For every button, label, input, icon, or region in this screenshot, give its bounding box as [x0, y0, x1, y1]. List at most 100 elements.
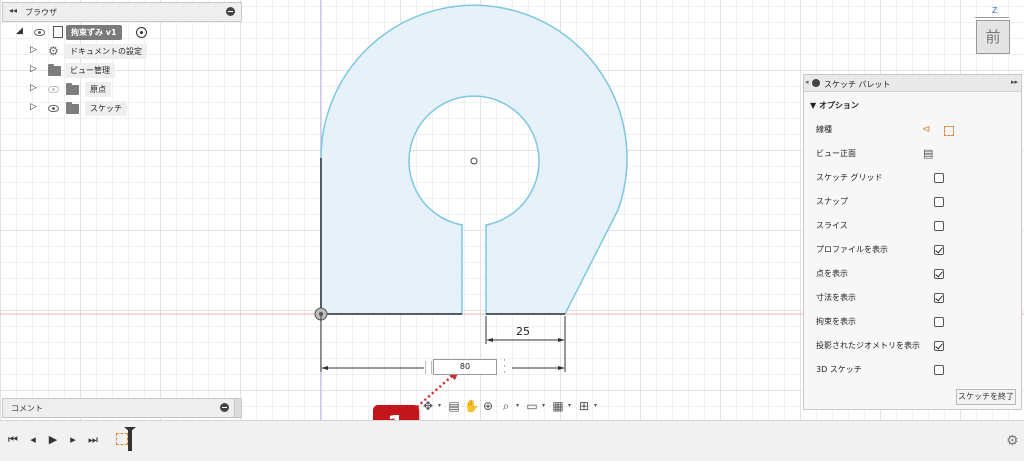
option-label: 線種: [816, 125, 832, 134]
more-options-icon[interactable]: · · ·: [503, 357, 506, 378]
look-at-icon[interactable]: ▤: [923, 147, 933, 161]
dimension-25[interactable]: 25: [485, 316, 566, 344]
option-label: スナップ: [816, 197, 848, 206]
sketch-palette-header[interactable]: ◂ スケッチ パレット ▸▸: [804, 75, 1021, 92]
option-show-constraints: 拘束を表示: [816, 315, 1016, 329]
show-constraints-checkbox[interactable]: [934, 317, 944, 327]
panel-pin-icon[interactable]: [226, 7, 235, 16]
snap-checkbox[interactable]: [934, 197, 944, 207]
slice-checkbox[interactable]: [934, 221, 944, 231]
eye-hidden-icon[interactable]: [48, 86, 59, 93]
browser-panel-header[interactable]: ◂◂ ブラウザ: [2, 2, 242, 22]
pan-icon[interactable]: ✋: [464, 399, 479, 413]
drag-handle-icon[interactable]: ◂: [805, 78, 809, 86]
timeline-marker[interactable]: [128, 429, 132, 451]
dropdown-arrow-icon[interactable]: ▾: [594, 402, 597, 409]
zoom-window-icon[interactable]: ⌕: [499, 399, 513, 413]
triangle-collapsed-icon[interactable]: ▷: [30, 83, 37, 93]
tree-item-sketches[interactable]: ▷ スケッチ: [30, 101, 180, 116]
look-at-icon[interactable]: ▤: [447, 399, 461, 413]
tree-item-label: 原点: [85, 82, 111, 97]
dropdown-arrow-icon[interactable]: ▾: [438, 402, 441, 409]
dropdown-arrow-icon[interactable]: ▾: [568, 402, 571, 409]
origin-dot: [319, 312, 323, 316]
play-icon[interactable]: ▶: [46, 433, 60, 447]
circle-center-point[interactable]: [470, 157, 478, 165]
folder-icon: [66, 83, 79, 95]
timeline-marker-head-icon: [124, 427, 136, 432]
show-projected-geometry-checkbox[interactable]: [934, 341, 944, 351]
option-label: 拘束を表示: [816, 317, 856, 326]
activate-target-icon[interactable]: [136, 27, 147, 38]
dimension-input[interactable]: 80: [433, 359, 497, 375]
collapse-arrows-icon[interactable]: ◂◂: [9, 6, 17, 15]
sketch-palette: ◂ スケッチ パレット ▸▸ ▼ オプション 線種 ⊲ ビュー正面 ▤ スケッチ…: [803, 74, 1022, 410]
sketch-canvas[interactable]: 25 ◂◂ ブラウザ ◢ 拘束ずみ v1 ▷ ⚙ ドキュメントの設定 ▷ ビュー…: [0, 0, 1024, 420]
option-show-projected-geometry: 投影されたジオメトリを表示: [816, 339, 1016, 353]
skip-to-start-icon[interactable]: ⏮: [6, 433, 20, 447]
show-points-checkbox[interactable]: [934, 269, 944, 279]
tree-item-origin[interactable]: ▷ 原点: [30, 82, 180, 97]
viewcube[interactable]: 前: [976, 20, 1010, 54]
sketch-grid-checkbox[interactable]: [934, 173, 944, 183]
orbit-icon[interactable]: ✥: [421, 399, 435, 413]
viewports-icon[interactable]: ⊞: [577, 399, 591, 413]
tree-root[interactable]: ◢ 拘束ずみ v1: [16, 25, 166, 40]
step-forward-icon[interactable]: ▸: [66, 433, 80, 447]
panel-pin-icon[interactable]: [220, 403, 229, 412]
skip-to-end-icon[interactable]: ⏭: [86, 433, 100, 447]
browser-title: ブラウザ: [25, 8, 57, 17]
triangle-expanded-icon[interactable]: ◢: [16, 26, 23, 36]
option-label: スライス: [816, 221, 848, 230]
panel-edge: [234, 399, 241, 417]
tree-item-label: ビュー管理: [65, 63, 115, 78]
sketch-feature-icon[interactable]: [116, 433, 128, 445]
dropdown-arrow-icon[interactable]: ▾: [542, 402, 545, 409]
comments-panel-header[interactable]: コメント: [2, 398, 242, 418]
option-label: プロファイルを表示: [816, 245, 888, 254]
settings-gear-icon[interactable]: ⚙: [1006, 433, 1019, 449]
finish-sketch-button[interactable]: スケッチを終了: [956, 389, 1016, 405]
gear-icon: ⚙: [48, 44, 59, 58]
construction-line-icon[interactable]: ⊲: [922, 123, 930, 137]
option-label: 寸法を表示: [816, 293, 856, 302]
z-axis-label: Z: [992, 6, 998, 15]
triangle-collapsed-icon[interactable]: ▷: [30, 64, 37, 74]
triangle-collapsed-icon[interactable]: ▷: [30, 45, 37, 55]
svg-text:25: 25: [516, 325, 530, 338]
option-label: ビュー正面: [816, 149, 856, 158]
eye-icon[interactable]: [48, 105, 59, 112]
centerline-icon[interactable]: [944, 126, 954, 136]
3d-sketch-checkbox[interactable]: [934, 365, 944, 375]
expand-arrows-icon[interactable]: ▸▸: [1011, 78, 1018, 86]
step-back-icon[interactable]: ◂: [26, 433, 40, 447]
option-label: 点を表示: [816, 269, 848, 278]
eye-icon[interactable]: [34, 29, 45, 36]
tree-item-label: ドキュメントの設定: [65, 44, 147, 59]
document-icon: [53, 26, 63, 38]
panel-pin-icon[interactable]: [812, 79, 820, 87]
viewcube-front-face[interactable]: 前: [985, 28, 1000, 46]
options-section-header[interactable]: ▼ オプション: [810, 100, 859, 111]
option-label: 3D スケッチ: [816, 365, 862, 374]
dimension-input-grip[interactable]: [425, 361, 432, 374]
option-sketch-grid: スケッチ グリッド: [816, 171, 1016, 185]
grid-icon[interactable]: ▦: [551, 399, 565, 413]
option-label: 投影されたジオメトリを表示: [816, 341, 920, 350]
display-settings-icon[interactable]: ▭: [525, 399, 539, 413]
dropdown-arrow-icon[interactable]: ▾: [516, 402, 519, 409]
option-slice: スライス: [816, 219, 1016, 233]
show-dimensions-checkbox[interactable]: [934, 293, 944, 303]
tree-item-label: スケッチ: [85, 101, 127, 116]
option-show-profile: プロファイルを表示: [816, 243, 1016, 257]
comments-title: コメント: [11, 404, 43, 413]
triangle-collapsed-icon[interactable]: ▷: [30, 102, 37, 112]
option-snap: スナップ: [816, 195, 1016, 209]
zoom-icon[interactable]: ⊕: [481, 399, 495, 413]
tree-root-label[interactable]: 拘束ずみ v1: [66, 25, 122, 40]
show-profile-checkbox[interactable]: [934, 245, 944, 255]
folder-icon: [66, 102, 79, 114]
option-look-at: ビュー正面 ▤: [816, 147, 1016, 161]
tree-item-document-settings[interactable]: ▷ ⚙ ドキュメントの設定: [30, 44, 180, 59]
tree-item-view-management[interactable]: ▷ ビュー管理: [30, 63, 180, 78]
